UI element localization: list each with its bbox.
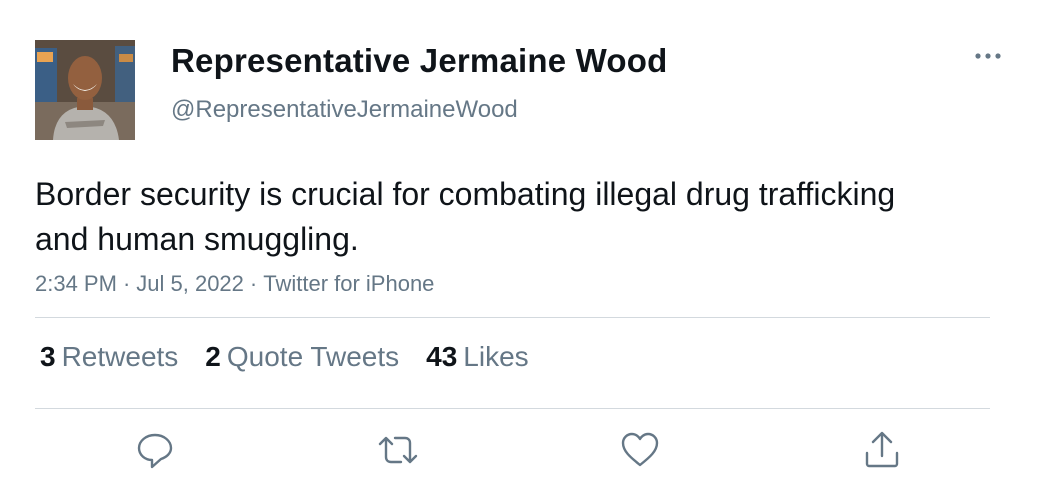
divider (35, 408, 990, 409)
retweets-stat[interactable]: 3 Retweets (40, 341, 178, 373)
tweet-card: Representative Jermaine Wood @Representa… (0, 0, 1050, 480)
quote-tweets-label: Quote Tweets (226, 341, 400, 372)
tweet-metadata: 2:34 PM · Jul 5, 2022 · Twitter for iPhone (35, 271, 434, 297)
reply-icon (137, 433, 173, 469)
author-handle[interactable]: @RepresentativeJermaineWood (171, 96, 518, 124)
author-display-name[interactable]: Representative Jermaine Wood (171, 42, 668, 80)
share-icon (865, 431, 899, 468)
tweet-date[interactable]: Jul 5, 2022 (136, 271, 244, 296)
reply-button[interactable] (133, 428, 177, 472)
likes-label: Likes (463, 341, 529, 372)
avatar[interactable] (35, 40, 135, 140)
meta-separator: · (249, 271, 258, 296)
retweet-button[interactable] (376, 428, 420, 472)
more-horizontal-icon (975, 53, 1001, 59)
more-options-button[interactable] (970, 44, 1006, 68)
meta-separator: · (122, 271, 131, 296)
engagement-stats: 3 Retweets 2 Quote Tweets 43 Likes (40, 341, 556, 373)
tweet-time[interactable]: 2:34 PM (35, 271, 117, 296)
retweets-label: Retweets (61, 341, 179, 372)
share-button[interactable] (860, 428, 904, 472)
quote-tweets-count: 2 (205, 341, 221, 372)
divider (35, 317, 990, 318)
retweets-count: 3 (40, 341, 56, 372)
quote-tweets-stat[interactable]: 2 Quote Tweets (205, 341, 399, 373)
retweet-icon (378, 436, 418, 464)
likes-stat[interactable]: 43 Likes (426, 341, 529, 373)
like-button[interactable] (618, 428, 662, 472)
tweet-text: Border security is crucial for combating… (35, 176, 896, 257)
avatar-image (35, 40, 135, 140)
heart-icon (621, 432, 659, 467)
tweet-source[interactable]: Twitter for iPhone (263, 271, 434, 296)
likes-count: 43 (426, 341, 458, 372)
